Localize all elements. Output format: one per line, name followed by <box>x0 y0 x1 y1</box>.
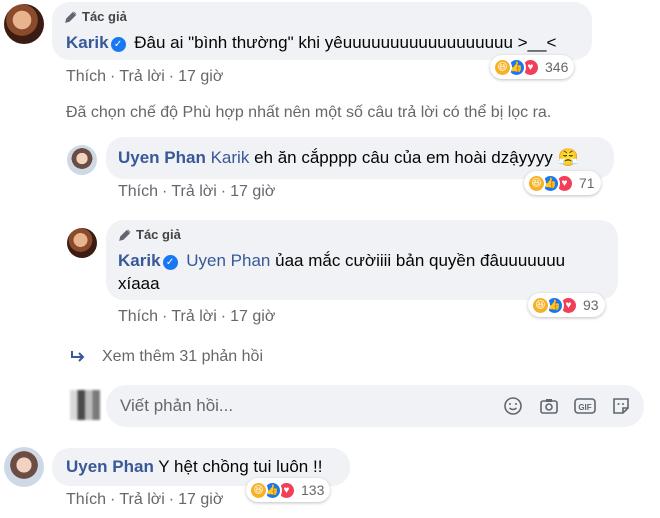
reaction-summary[interactable]: 😆 👍 ♥ 346 <box>490 55 575 79</box>
reaction-count: 93 <box>583 297 599 313</box>
verified-icon: ✓ <box>110 37 126 52</box>
reaction-count: 71 <box>579 175 595 191</box>
emoji-icon[interactable] <box>502 395 524 417</box>
reply-input-placeholder: Viết phản hồi... <box>120 396 234 415</box>
avatar[interactable] <box>67 228 97 258</box>
reply-link[interactable]: Trả lời <box>119 491 164 508</box>
author-name[interactable]: Uyen Phan <box>66 457 154 476</box>
avatar <box>70 390 100 420</box>
author-name[interactable]: Uyen Phan <box>118 148 206 167</box>
author-name[interactable]: Karik <box>66 33 109 52</box>
reply-input[interactable]: Viết phản hồi... GIF <box>106 385 644 427</box>
view-more-label: Xem thêm 31 phản hồi <box>102 348 263 365</box>
timestamp[interactable]: 17 giờ <box>178 491 223 508</box>
reply-link[interactable]: Trả lời <box>171 308 216 325</box>
gif-icon[interactable]: GIF <box>574 395 596 417</box>
pen-icon <box>65 10 77 23</box>
reaction-count: 133 <box>301 482 325 498</box>
reply-text-cont: xíaaa <box>118 274 160 293</box>
author-name[interactable]: Karik <box>118 251 161 270</box>
timestamp[interactable]: 17 giờ <box>230 308 275 325</box>
avatar[interactable] <box>67 145 97 175</box>
mention-tag[interactable]: Karik <box>211 148 250 167</box>
haha-icon: 😆 <box>527 173 546 193</box>
like-link[interactable]: Thích <box>66 491 106 508</box>
reply-bubble: Tác giả Karik ✓ Uyen Phan ủaa mắc cườiiii… <box>106 220 618 300</box>
author-badge: Tác giả <box>64 9 127 24</box>
haha-icon: 😆 <box>531 295 550 315</box>
reply-arrow-icon <box>71 351 85 362</box>
sticker-icon[interactable] <box>610 395 632 417</box>
haha-icon: 😆 <box>493 57 512 77</box>
comment-text: Y hệt chồng tui luôn !! <box>158 457 323 476</box>
camera-icon[interactable] <box>538 395 560 417</box>
svg-text:GIF: GIF <box>578 403 591 412</box>
haha-icon: 😆 <box>249 480 268 500</box>
reply-link[interactable]: Trả lời <box>171 183 216 200</box>
author-badge-label: Tác giả <box>136 227 181 242</box>
like-link[interactable]: Thích <box>118 183 158 200</box>
comment-bubble: Tác giả Karik ✓ Đâu ai "bình thường" khi … <box>52 2 592 60</box>
reply-text: eh ăn cắpppp câu của em hoài dzậyyyy <box>254 148 553 167</box>
reaction-summary[interactable]: 😆 👍 ♥ 133 <box>246 478 331 502</box>
like-link[interactable]: Thích <box>66 68 106 85</box>
reply-link[interactable]: Trả lời <box>119 68 164 85</box>
reaction-summary[interactable]: 😆 👍 ♥ 71 <box>524 171 601 195</box>
avatar[interactable] <box>4 447 44 487</box>
avatar[interactable] <box>4 4 44 44</box>
author-badge: Tác giả <box>118 227 181 242</box>
pen-icon <box>119 228 131 241</box>
reply-text: ủaa mắc cườiiii bản quyền đâuuuuuuu <box>275 251 566 270</box>
author-badge-label: Tác giả <box>82 9 127 24</box>
reaction-count: 346 <box>545 59 569 75</box>
view-more-replies[interactable]: Xem thêm 31 phản hồi <box>70 348 263 366</box>
mention-tag[interactable]: Uyen Phan <box>186 251 270 270</box>
comment-text: Đâu ai "bình thường" khi yêuuuuuuuuuuuuu… <box>134 33 557 52</box>
reaction-summary[interactable]: 😆 👍 ♥ 93 <box>528 293 605 317</box>
filter-notice: Đã chọn chế độ Phù hợp nhất nên một số c… <box>66 104 552 121</box>
emoji: 😤 <box>557 148 579 167</box>
verified-icon: ✓ <box>162 255 178 270</box>
timestamp[interactable]: 17 giờ <box>230 183 275 200</box>
like-link[interactable]: Thích <box>118 308 158 325</box>
timestamp[interactable]: 17 giờ <box>178 68 223 85</box>
